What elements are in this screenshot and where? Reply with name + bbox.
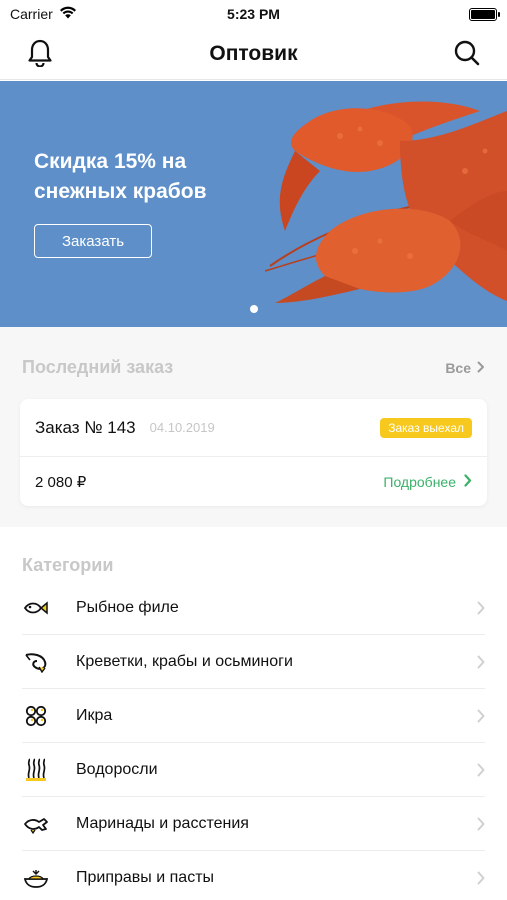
last-order-card[interactable]: Заказ № 143 04.10.2019 Заказ выехал 2 08… (20, 399, 487, 506)
chevron-right-icon (464, 473, 472, 490)
category-label: Икра (76, 707, 113, 724)
banner-title: Скидка 15% на снежных крабов (34, 150, 207, 203)
last-order-header: Последний заказ Все (22, 357, 485, 378)
category-label: Рыбное филе (76, 599, 179, 616)
status-badge: Заказ выехал (380, 417, 472, 438)
order-date: 04.10.2019 (149, 420, 215, 435)
notifications-button[interactable] (22, 36, 58, 72)
category-label: Креветки, крабы и осьминоги (76, 653, 293, 670)
order-number: Заказ № 143 (35, 417, 136, 437)
wifi-icon (59, 6, 77, 22)
chevron-right-icon (477, 360, 485, 376)
promo-banner[interactable]: Скидка 15% на снежных крабов Заказать (0, 81, 507, 327)
search-button[interactable] (449, 36, 485, 72)
category-item-shrimp[interactable]: Креветки, крабы и осьминоги (0, 635, 507, 689)
see-all-label: Все (445, 359, 471, 376)
caviar-icon (22, 702, 50, 730)
status-bar: Carrier 5:23 PM (0, 0, 507, 28)
categories-title: Категории (22, 555, 114, 575)
category-item-seasoning[interactable]: Приправы и пасты (0, 851, 507, 900)
category-item-caviar[interactable]: Икра (0, 689, 507, 743)
chevron-right-icon (477, 709, 485, 728)
lobster-image (264, 101, 507, 303)
battery-icon (469, 7, 500, 21)
page-title: Оптовик (209, 41, 298, 65)
categories-section: Категории Рыбное филе Креветки, крабы и … (0, 527, 507, 900)
chevron-right-icon (477, 655, 485, 674)
order-now-button[interactable]: Заказать (34, 224, 152, 258)
category-label: Приправы и пасты (76, 869, 215, 886)
last-order-title: Последний заказ (22, 357, 174, 377)
status-left: Carrier (10, 6, 77, 22)
category-label: Водоросли (76, 761, 158, 778)
chevron-right-icon (477, 763, 485, 782)
see-all-link[interactable]: Все (445, 360, 485, 376)
category-item-fish-fillet[interactable]: Рыбное филе (0, 581, 507, 635)
order-total-row: 2 080 ₽ Подробнее (20, 457, 487, 506)
category-item-marinade[interactable]: Маринады и расстения (0, 797, 507, 851)
category-label: Маринады и расстения (76, 815, 249, 832)
shrimp-icon (22, 648, 50, 676)
search-icon (453, 39, 481, 70)
carrier-label: Carrier (10, 6, 53, 22)
seasoning-icon (22, 864, 50, 892)
chevron-right-icon (477, 817, 485, 836)
chevron-right-icon (477, 601, 485, 620)
order-total: 2 080 ₽ (35, 473, 87, 491)
seaweed-icon (22, 756, 50, 784)
order-details-label: Подробнее (383, 473, 456, 490)
order-summary-row: Заказ № 143 04.10.2019 Заказ выехал (20, 399, 487, 457)
category-list: Рыбное филе Креветки, крабы и осьминоги (0, 581, 507, 900)
marinade-icon (22, 810, 50, 838)
fish-fillet-icon (22, 594, 50, 622)
status-time: 5:23 PM (227, 6, 280, 22)
order-details-link[interactable]: Подробнее (383, 474, 472, 490)
nav-bar: Оптовик (0, 28, 507, 80)
category-item-seaweed[interactable]: Водоросли (0, 743, 507, 797)
main-content: Последний заказ Все Заказ № 143 04.10.20… (0, 327, 507, 900)
chevron-right-icon (477, 871, 485, 890)
pager-dot[interactable] (250, 305, 258, 313)
bell-icon (27, 39, 53, 70)
